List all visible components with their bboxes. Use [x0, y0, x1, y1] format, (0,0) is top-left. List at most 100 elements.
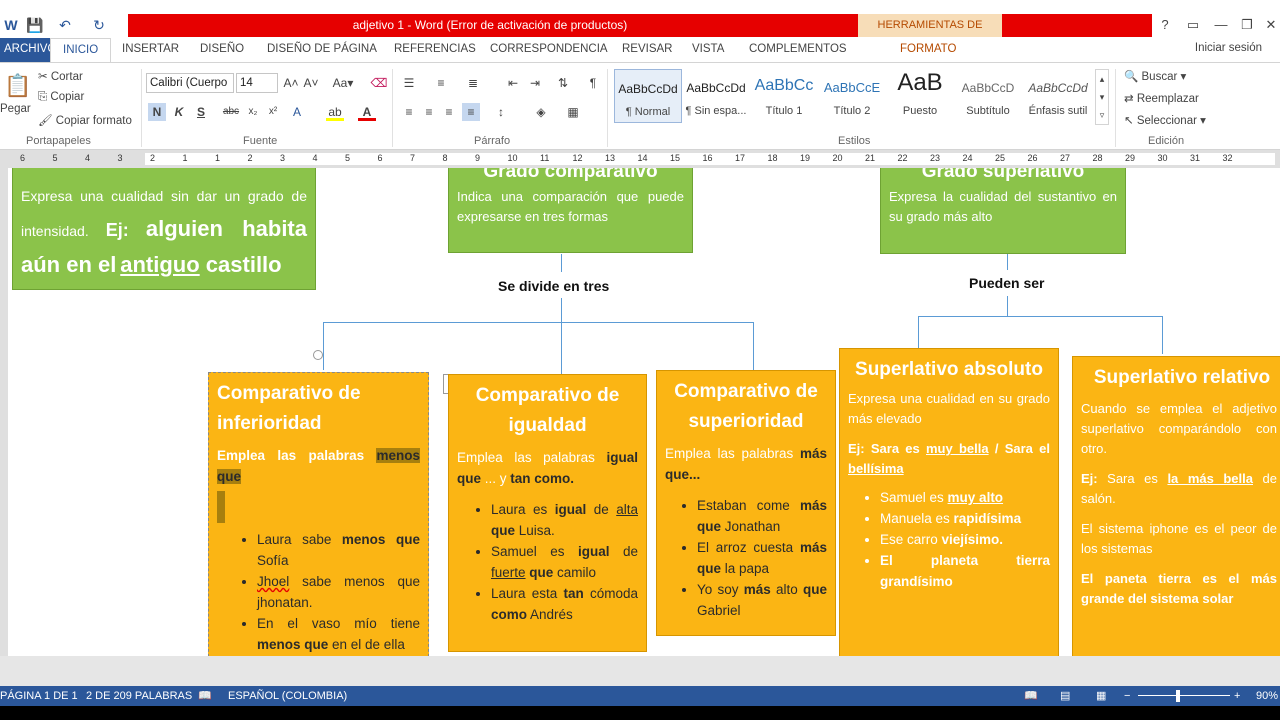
box-comparativo-igualdad[interactable]: Comparativo de igualdad Emplea las palab…	[448, 374, 647, 652]
tab-diseno-pagina[interactable]: DISEÑO DE PÁGINA	[267, 38, 377, 62]
copy-label: Copiar	[50, 91, 85, 103]
underline-button[interactable]: S	[192, 103, 210, 121]
box-comparativo-inferioridad[interactable]: Comparativo de inferioridad Emplea las p…	[208, 372, 429, 656]
minimize-button[interactable]: —	[1208, 14, 1234, 36]
proofing-icon[interactable]: 📖	[198, 686, 212, 706]
font-size-combo[interactable]: 14	[236, 73, 278, 93]
text-effects-icon[interactable]: A	[288, 103, 306, 121]
zoom-in-icon[interactable]: +	[1234, 686, 1240, 706]
font-name-combo[interactable]: Calibri (Cuerpo	[146, 73, 234, 93]
copy-button[interactable]: ⎘ Copiar	[38, 91, 84, 104]
format-painter-label: Copiar formato	[55, 115, 132, 127]
undo-icon[interactable]: ↶	[54, 14, 76, 36]
page-count[interactable]: PÁGINA 1 DE 1	[0, 686, 78, 706]
tab-insertar[interactable]: INSERTAR	[122, 38, 179, 62]
ruler-tick-label: 9	[475, 153, 481, 163]
tab-referencias[interactable]: REFERENCIAS	[394, 38, 476, 62]
font-color-icon[interactable]: A	[358, 103, 376, 121]
close-button[interactable]: ✕	[1258, 14, 1280, 36]
grow-font-icon[interactable]: A˄	[282, 74, 300, 92]
tab-complementos[interactable]: COMPLEMENTOS	[749, 38, 847, 62]
tab-inicio[interactable]: INICIO	[50, 38, 112, 62]
ruler-tick-label: 18	[767, 153, 778, 163]
restore-button[interactable]: ❐	[1234, 14, 1260, 36]
word-count[interactable]: 2 DE 209 PALABRAS	[86, 686, 192, 706]
highlight-icon[interactable]: ab	[326, 103, 344, 121]
format-painter-button[interactable]: 🖌 Copiar formato	[38, 113, 132, 127]
tab-vista[interactable]: VISTA	[692, 38, 724, 62]
comparativo-title: Grado comparativo	[483, 168, 658, 182]
subscript-icon[interactable]: x₂	[244, 103, 262, 121]
document-page[interactable]: Expresa una cualidad sin dar un grado de…	[0, 168, 1280, 656]
sort-icon[interactable]: ⇅	[554, 74, 572, 92]
superscript-icon[interactable]: x²	[264, 103, 282, 121]
style-enfasis-sutil[interactable]: AaBbCcDd Énfasis sutil	[1022, 69, 1094, 123]
replace-button[interactable]: ⇄ Reemplazar	[1124, 91, 1199, 105]
save-icon[interactable]: 💾	[24, 14, 46, 36]
connector-line	[918, 316, 1163, 317]
print-layout-icon[interactable]: ▤	[1060, 686, 1070, 706]
box-grado-superlativo[interactable]: Grado superlativo Expresa la cualidad de…	[880, 168, 1126, 254]
italic-button[interactable]: K	[170, 103, 188, 121]
style-puesto[interactable]: AaB Puesto	[886, 69, 954, 123]
relativo-paragraph-2: El sistema iphone es el peor de los sist…	[1081, 521, 1277, 556]
rotate-handle-icon[interactable]	[313, 350, 323, 360]
line-spacing-icon[interactable]: ↕	[492, 103, 510, 121]
increase-indent-icon[interactable]: ⇥	[526, 74, 544, 92]
shrink-font-icon[interactable]: A˅	[302, 74, 320, 92]
tab-formato[interactable]: FORMATO	[900, 38, 956, 62]
word-icon[interactable]: W	[0, 14, 22, 36]
select-button[interactable]: ↖ Seleccionar ▾	[1124, 113, 1206, 127]
style-normal[interactable]: AaBbCcDd ¶ Normal	[614, 69, 682, 123]
list-item: El planeta tierra grandísimo	[880, 550, 1050, 592]
multilevel-list-icon[interactable]: ≣	[464, 74, 482, 92]
find-button[interactable]: 🔍 Buscar ▾	[1124, 69, 1186, 83]
clear-format-icon[interactable]: ⌫	[370, 74, 388, 92]
tab-revisar[interactable]: REVISAR	[622, 38, 673, 62]
align-left-icon[interactable]: ≡	[400, 103, 418, 121]
styles-scroll-icon[interactable]: ▴ ▾ ▿	[1095, 69, 1109, 125]
zoom-slider[interactable]	[1138, 695, 1230, 696]
paste-button[interactable]: Pegar	[0, 103, 31, 115]
box-superlativo-relativo[interactable]: Superlativo relativo Cuando se emplea el…	[1072, 356, 1280, 656]
redo-icon[interactable]: ↻	[88, 14, 110, 36]
shading-icon[interactable]: ◈	[532, 103, 550, 121]
bullets-icon[interactable]: ☰	[400, 74, 418, 92]
sign-in-link[interactable]: Iniciar sesión	[1195, 42, 1262, 54]
zoom-slider-thumb[interactable]	[1176, 690, 1180, 702]
borders-icon[interactable]: ▦	[564, 103, 582, 121]
align-right-icon[interactable]: ≡	[440, 103, 458, 121]
ribbon-display-button[interactable]: ▭	[1180, 14, 1206, 36]
help-button[interactable]: ?	[1152, 14, 1178, 36]
cut-button[interactable]: ✂ Cortar	[38, 69, 83, 83]
change-case-icon[interactable]: Aa▾	[330, 74, 356, 92]
list-item: Laura sabe menos que Sofía	[257, 529, 420, 571]
list-item: Laura es igual de alta que Luisa.	[491, 499, 638, 541]
bold-button[interactable]: N	[148, 103, 166, 121]
paste-icon[interactable]: 📋	[4, 71, 32, 101]
web-layout-icon[interactable]: ▦	[1096, 686, 1106, 706]
justify-icon[interactable]: ≡	[462, 103, 480, 121]
read-mode-icon[interactable]: 📖	[1024, 686, 1038, 706]
horizontal-ruler[interactable]: 6 5 4 3 2 1 1 2 3 4 5 6 7 8 9 10 11 12 13 14 15 16 17 18 19 20 21 2…	[0, 150, 1280, 168]
ruler-tick-label: 24	[962, 153, 973, 163]
vertical-ruler[interactable]	[0, 168, 8, 656]
strikethrough-icon[interactable]: abc	[222, 103, 240, 121]
box-grado-positivo[interactable]: Expresa una cualidad sin dar un grado de…	[12, 168, 316, 290]
zoom-out-icon[interactable]: −	[1124, 686, 1130, 706]
zoom-level[interactable]: 90%	[1256, 686, 1278, 706]
style-sin-espaciado[interactable]: AaBbCcDd ¶ Sin espa...	[682, 69, 750, 123]
numbering-icon[interactable]: ≡	[432, 74, 450, 92]
tab-diseno[interactable]: DISEÑO	[200, 38, 244, 62]
tab-correspondencia[interactable]: CORRESPONDENCIA	[490, 38, 608, 62]
style-subtitulo[interactable]: AaBbCcD Subtítulo	[954, 69, 1022, 123]
decrease-indent-icon[interactable]: ⇤	[504, 74, 522, 92]
language[interactable]: ESPAÑOL (COLOMBIA)	[228, 686, 347, 706]
pilcrow-icon[interactable]: ¶	[584, 74, 602, 92]
box-superlativo-absoluto[interactable]: Superlativo absoluto Expresa una cualida…	[839, 348, 1059, 656]
box-grado-comparativo[interactable]: Grado comparativo Indica una comparación…	[448, 168, 693, 253]
box-comparativo-superioridad[interactable]: Comparativo de superioridad Emplea las p…	[656, 370, 836, 636]
style-titulo-2[interactable]: AaBbCcE Título 2	[818, 69, 886, 123]
style-titulo-1[interactable]: AaBbCc Título 1	[750, 69, 818, 123]
align-center-icon[interactable]: ≡	[420, 103, 438, 121]
